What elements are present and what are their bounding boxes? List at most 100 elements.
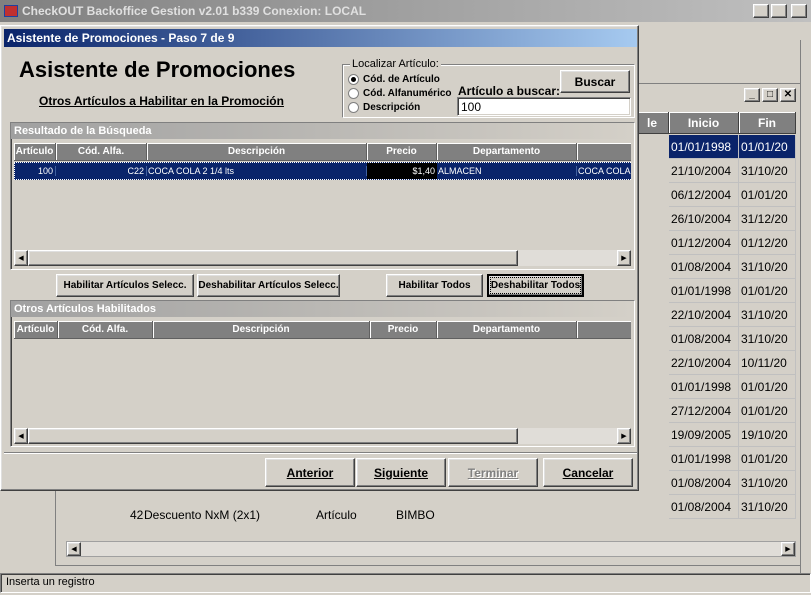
table-row[interactable]: 01/01/1998 01/01/20 [669,135,796,159]
bg-hscrollbar[interactable]: ◀ ▶ [66,541,796,557]
results-title: Resultado de la Búsqueda [11,123,634,139]
bg-partial-type: Artículo [316,508,357,522]
wizard-heading: Asistente de Promociones [19,57,296,82]
enabled-scroll-thumb[interactable] [28,428,518,444]
enabled-col-articulo[interactable]: Artículo [14,321,58,339]
close-icon[interactable]: ✕ [791,4,807,18]
results-col-cod-alfa[interactable]: Cód. Alfa. [56,143,147,161]
results-col-extra [577,143,631,161]
results-col-descripcion[interactable]: Descripción [147,143,367,161]
bg-cell-inicio: 01/01/1998 [669,135,739,159]
cancel-button[interactable]: Cancelar [543,458,633,487]
locate-legend: Localizar Artículo: [350,58,441,70]
bg-scroll-right-icon[interactable]: ▶ [781,542,795,556]
minimize-icon[interactable]: _ [753,4,769,18]
table-row[interactable]: 22/10/2004 31/10/20 [669,303,796,327]
radio-unchecked-icon[interactable] [348,88,359,99]
enabled-col-precio[interactable]: Precio [370,321,437,339]
status-bar: Inserta un registro [0,573,811,593]
bg-cell-fin: 31/10/20 [739,327,796,351]
results-grid: Artículo Cód. Alfa. Descripción Precio D… [14,143,631,249]
locate-groupbox: Localizar Artículo: Cód. de Artículo Cód… [342,58,635,118]
table-row[interactable]: 01/08/2004 31/10/20 [669,255,796,279]
bg-cell-inicio: 01/08/2004 [669,327,739,351]
radio-unchecked-icon[interactable] [348,102,359,113]
enabled-col-extra [577,321,631,339]
bg-scroll-left-icon[interactable]: ◀ [67,542,81,556]
bg-close-icon[interactable]: ✕ [780,88,796,102]
results-col-departamento[interactable]: Departamento [437,143,577,161]
table-row[interactable]: 100 C22 COCA COLA 2 1/4 lts $1,40 ALMACE… [14,162,631,180]
bg-cell-inicio: 06/12/2004 [669,183,739,207]
bg-col-header-partial: le [636,112,669,134]
results-scroll-right-icon[interactable]: ▶ [617,250,631,266]
bg-cell-inicio: 01/01/1998 [669,279,739,303]
table-row[interactable]: 01/01/1998 01/01/20 [669,447,796,471]
results-hscrollbar[interactable]: ◀ ▶ [14,250,631,266]
finish-button[interactable]: Terminar [448,458,538,487]
table-row[interactable]: 01/08/2004 31/10/20 [669,471,796,495]
table-row[interactable]: 22/10/2004 10/11/20 [669,351,796,375]
bg-cell-inicio: 21/10/2004 [669,159,739,183]
radio-label-cod-articulo: Cód. de Artículo [363,74,440,85]
bg-cell-inicio: 01/01/1998 [669,375,739,399]
table-row[interactable]: 21/10/2004 31/10/20 [669,159,796,183]
app-title: CheckOUT Backoffice Gestion v2.01 b339 C… [22,4,367,18]
bg-cell-fin: 19/10/20 [739,423,796,447]
enable-all-button[interactable]: Habilitar Todos [386,274,483,297]
enabled-col-cod-alfa[interactable]: Cód. Alfa. [58,321,153,339]
radio-checked-icon[interactable] [348,74,359,85]
bg-cell-inicio: 01/08/2004 [669,471,739,495]
table-row[interactable]: 19/09/2005 19/10/20 [669,423,796,447]
maximize-icon[interactable]: □ [771,4,787,18]
table-row[interactable]: 01/01/1998 01/01/20 [669,375,796,399]
prev-button[interactable]: Anterior [265,458,355,487]
bg-cell-inicio: 27/12/2004 [669,399,739,423]
enabled-scroll-right-icon[interactable]: ▶ [617,428,631,444]
bg-cell-fin: 01/01/20 [739,399,796,423]
table-row[interactable]: 26/10/2004 31/12/20 [669,207,796,231]
bg-cell-fin: 31/12/20 [739,207,796,231]
next-button[interactable]: Siguiente [356,458,446,487]
enabled-title: Otros Artículos Habilitados [11,301,634,317]
table-row[interactable]: 06/12/2004 01/01/20 [669,183,796,207]
status-text: Inserta un registro [6,576,95,588]
bg-cell-inicio: 22/10/2004 [669,351,739,375]
table-row[interactable]: 01/12/2004 01/12/20 [669,231,796,255]
bg-cell-fin: 01/01/20 [739,279,796,303]
bg-cell-fin: 31/10/20 [739,303,796,327]
bg-cell-fin: 10/11/20 [739,351,796,375]
radio-descripcion[interactable]: Descripción [348,102,420,113]
search-input[interactable] [457,97,631,116]
bg-cell-fin: 01/01/20 [739,375,796,399]
enabled-col-descripcion[interactable]: Descripción [153,321,370,339]
table-row[interactable]: 27/12/2004 01/01/20 [669,399,796,423]
bg-cell-inicio: 19/09/2005 [669,423,739,447]
bg-cell-fin: 31/10/20 [739,255,796,279]
bg-cell-fin: 31/10/20 [739,159,796,183]
enabled-hscrollbar[interactable]: ◀ ▶ [14,428,631,444]
bg-cell-fin: 01/01/20 [739,447,796,471]
app-icon [4,5,18,17]
results-col-precio[interactable]: Precio [367,143,437,161]
table-row[interactable]: 01/01/1998 01/01/20 [669,279,796,303]
disable-all-button[interactable]: Deshabilitar Todos [487,274,584,297]
results-col-articulo[interactable]: Artículo [14,143,56,161]
radio-label-cod-alfanumerico: Cód. Alfanumérico [363,88,452,99]
search-button[interactable]: Buscar [560,70,630,93]
bg-maximize-icon[interactable]: □ [762,88,778,102]
bg-cell-fin: 31/10/20 [739,471,796,495]
table-row[interactable]: 01/08/2004 31/10/20 [669,327,796,351]
results-scroll-thumb[interactable] [28,250,518,266]
bg-minimize-icon[interactable]: _ [744,88,760,102]
table-row[interactable]: 01/08/2004 31/10/20 [669,495,796,519]
enabled-col-departamento[interactable]: Departamento [437,321,577,339]
bg-partial-dept: BIMBO [396,508,435,522]
results-scroll-left-icon[interactable]: ◀ [14,250,28,266]
disable-selected-button[interactable]: Deshabilitar Artículos Selecc. [197,274,340,297]
radio-cod-alfanumerico[interactable]: Cód. Alfanumérico [348,88,452,99]
radio-cod-articulo[interactable]: Cód. de Artículo [348,74,440,85]
enable-selected-button[interactable]: Habilitar Artículos Selecc. [56,274,194,297]
enabled-scroll-left-icon[interactable]: ◀ [14,428,28,444]
enabled-grid: Artículo Cód. Alfa. Descripción Precio D… [14,321,631,426]
